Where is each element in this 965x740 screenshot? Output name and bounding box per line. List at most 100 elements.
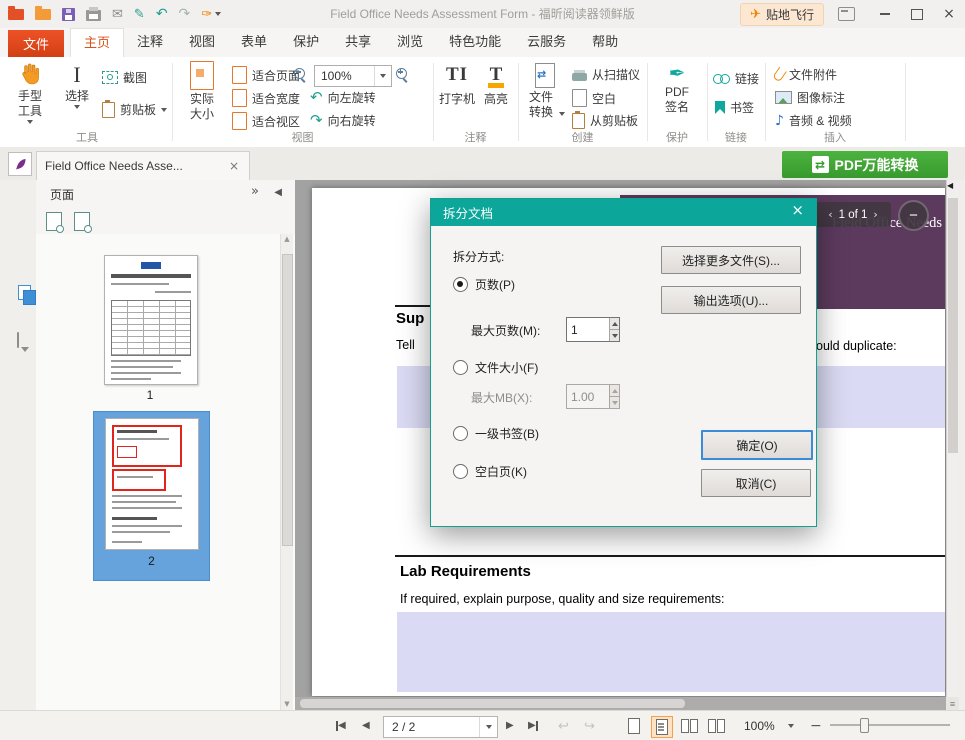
tab-cloud[interactable]: 云服务 (514, 28, 579, 56)
redo-icon[interactable]: ↷ (179, 7, 191, 21)
first-page-button[interactable]: ◀ (336, 711, 346, 740)
page-indicator-box[interactable]: 2 / 2 (383, 716, 498, 738)
from-scanner-button[interactable]: 从扫描仪 (572, 66, 640, 83)
edit-icon[interactable]: ✎ (134, 8, 145, 21)
tab-help[interactable]: 帮助 (579, 28, 631, 56)
tab-share[interactable]: 共享 (332, 28, 384, 56)
open-file-icon[interactable] (35, 9, 51, 20)
highlight-button[interactable]: T 高亮 (479, 64, 513, 107)
scroll-down-icon[interactable]: ▼ (281, 701, 293, 708)
next-page-button[interactable]: ▶ (506, 711, 514, 740)
fit-width-button[interactable]: 适合宽度 (232, 89, 300, 107)
spin-up-button[interactable] (610, 318, 619, 329)
maximize-button[interactable] (901, 0, 933, 28)
promo-button[interactable]: ✈ 贴地飞行 (740, 3, 824, 26)
document-tab[interactable]: Field Office Needs Asse... × (36, 151, 250, 180)
foxit-logo[interactable] (8, 152, 32, 176)
tab-features[interactable]: 特色功能 (436, 28, 514, 56)
zoom-out-button[interactable]: − (810, 711, 822, 740)
radio-blank-page[interactable]: 空白页(K) (453, 463, 527, 480)
file-attachment-button[interactable]: 文件附件 (775, 66, 837, 83)
tab-file[interactable]: 文件 (8, 30, 64, 57)
tab-browse[interactable]: 浏览 (384, 28, 436, 56)
skin-icon[interactable] (838, 7, 855, 21)
next-page-icon[interactable]: › (873, 208, 877, 221)
dialog-close-icon[interactable]: × (787, 203, 808, 218)
email-icon[interactable]: ✉ (112, 8, 123, 21)
scrollbar-thumb[interactable] (300, 699, 685, 708)
collapse-arrow-icon[interactable]: ◀ (947, 182, 953, 190)
select-tool-button[interactable]: I 选择 (58, 63, 96, 109)
zoom-level-combobox[interactable]: 100% (314, 65, 392, 87)
zoom-in-button[interactable] (396, 68, 407, 79)
panel-collapse-icon[interactable]: ◀ (274, 188, 282, 198)
zoom-slider-track[interactable] (830, 724, 950, 726)
max-pages-input[interactable] (567, 318, 609, 341)
spin-up-button[interactable] (610, 385, 619, 396)
zoom-dropdown-button[interactable] (788, 711, 794, 740)
actual-size-button[interactable]: 实际大小 (180, 61, 224, 122)
single-page-view-button[interactable] (624, 716, 644, 736)
continuous-facing-view-button[interactable] (706, 716, 726, 736)
ok-button[interactable]: 确定(O) (701, 430, 813, 460)
last-page-button[interactable]: ▶ (528, 711, 538, 740)
scrollbar-thumb[interactable] (948, 198, 958, 453)
snapshot-button[interactable]: 截图 (102, 69, 147, 86)
thumbnail-zoom-in-button[interactable] (74, 212, 90, 231)
fit-page-button[interactable]: 适合页面 (232, 66, 300, 84)
output-options-button[interactable]: 输出选项(U)... (661, 286, 801, 314)
tab-view[interactable]: 视图 (176, 28, 228, 56)
floating-zoom-out-button[interactable]: − (898, 200, 929, 231)
tab-form[interactable]: 表单 (228, 28, 280, 56)
rotate-right-button[interactable]: ↷ 向右旋转 (310, 112, 376, 129)
image-annotation-button[interactable]: 图像标注 (775, 89, 845, 106)
minimize-button[interactable] (869, 0, 901, 28)
typewriter-button[interactable]: TI 打字机 (437, 64, 477, 107)
link-button[interactable]: 链接 (713, 70, 759, 87)
continuous-view-button[interactable] (651, 716, 673, 738)
pdf-sign-button[interactable]: ✒ PDF签名 (656, 63, 698, 115)
save-icon[interactable] (62, 8, 75, 21)
spin-down-button[interactable] (610, 396, 619, 408)
pdf-convert-button[interactable]: ⇄ PDF万能转换 (782, 151, 948, 178)
form-field-lab[interactable] (397, 612, 945, 692)
tab-close-icon[interactable]: × (227, 160, 241, 172)
dialog-title-bar[interactable]: 拆分文档 × (431, 199, 816, 226)
from-clipboard-button[interactable]: 从剪贴板 (572, 112, 638, 129)
page-thumbnail-2[interactable] (105, 418, 199, 550)
audio-video-button[interactable]: ♪ 音频 & 视频 (775, 112, 852, 129)
scroll-up-icon[interactable]: ▲ (281, 236, 293, 243)
panel-expand-icon[interactable]: » (251, 185, 259, 198)
scrollbar-thumb[interactable] (282, 254, 293, 546)
page-thumbnail-2-selection[interactable]: 2 (93, 411, 210, 581)
radio-pages[interactable]: 页数(P) (453, 276, 515, 293)
tab-comment[interactable]: 注释 (124, 28, 176, 56)
facing-view-button[interactable] (679, 716, 699, 736)
fit-visible-button[interactable]: 适合视区 (232, 112, 300, 130)
close-button[interactable]: × (933, 0, 965, 28)
previous-view-button[interactable]: ↩ (558, 711, 569, 740)
thumbnail-scrollbar[interactable]: ▲ ▼ (280, 234, 293, 710)
hand-tool-button[interactable]: 手型工具 (8, 61, 52, 124)
scroll-corner-menu[interactable]: ≡ (946, 697, 959, 710)
brush-tool-button[interactable]: ✑ (201, 8, 221, 21)
prev-page-icon[interactable]: ‹ (828, 208, 832, 221)
thumbnail-zoom-out-button[interactable] (46, 212, 62, 231)
radio-file-size[interactable]: 文件大小(F) (453, 359, 538, 376)
blank-page-button[interactable]: 空白 (572, 89, 616, 107)
tab-protect[interactable]: 保护 (280, 28, 332, 56)
radio-bookmarks[interactable]: 一级书签(B) (453, 425, 539, 442)
cancel-button[interactable]: 取消(C) (701, 469, 811, 497)
rotate-left-button[interactable]: ↶ 向左旋转 (310, 89, 376, 106)
undo-icon[interactable]: ↶ (156, 7, 168, 21)
zoom-out-button[interactable] (294, 68, 305, 79)
previous-page-button[interactable]: ◀ (362, 711, 370, 740)
convert-file-button[interactable]: 文件转换 (524, 63, 566, 120)
vertical-scrollbar[interactable] (946, 180, 959, 697)
horizontal-scrollbar[interactable] (295, 697, 946, 710)
comments-panel-button[interactable] (17, 333, 19, 347)
print-icon[interactable] (86, 10, 101, 21)
tab-home[interactable]: 主页 (70, 28, 124, 58)
clipboard-button[interactable]: 剪贴板 (102, 101, 167, 118)
zoom-slider-thumb[interactable] (860, 718, 869, 733)
